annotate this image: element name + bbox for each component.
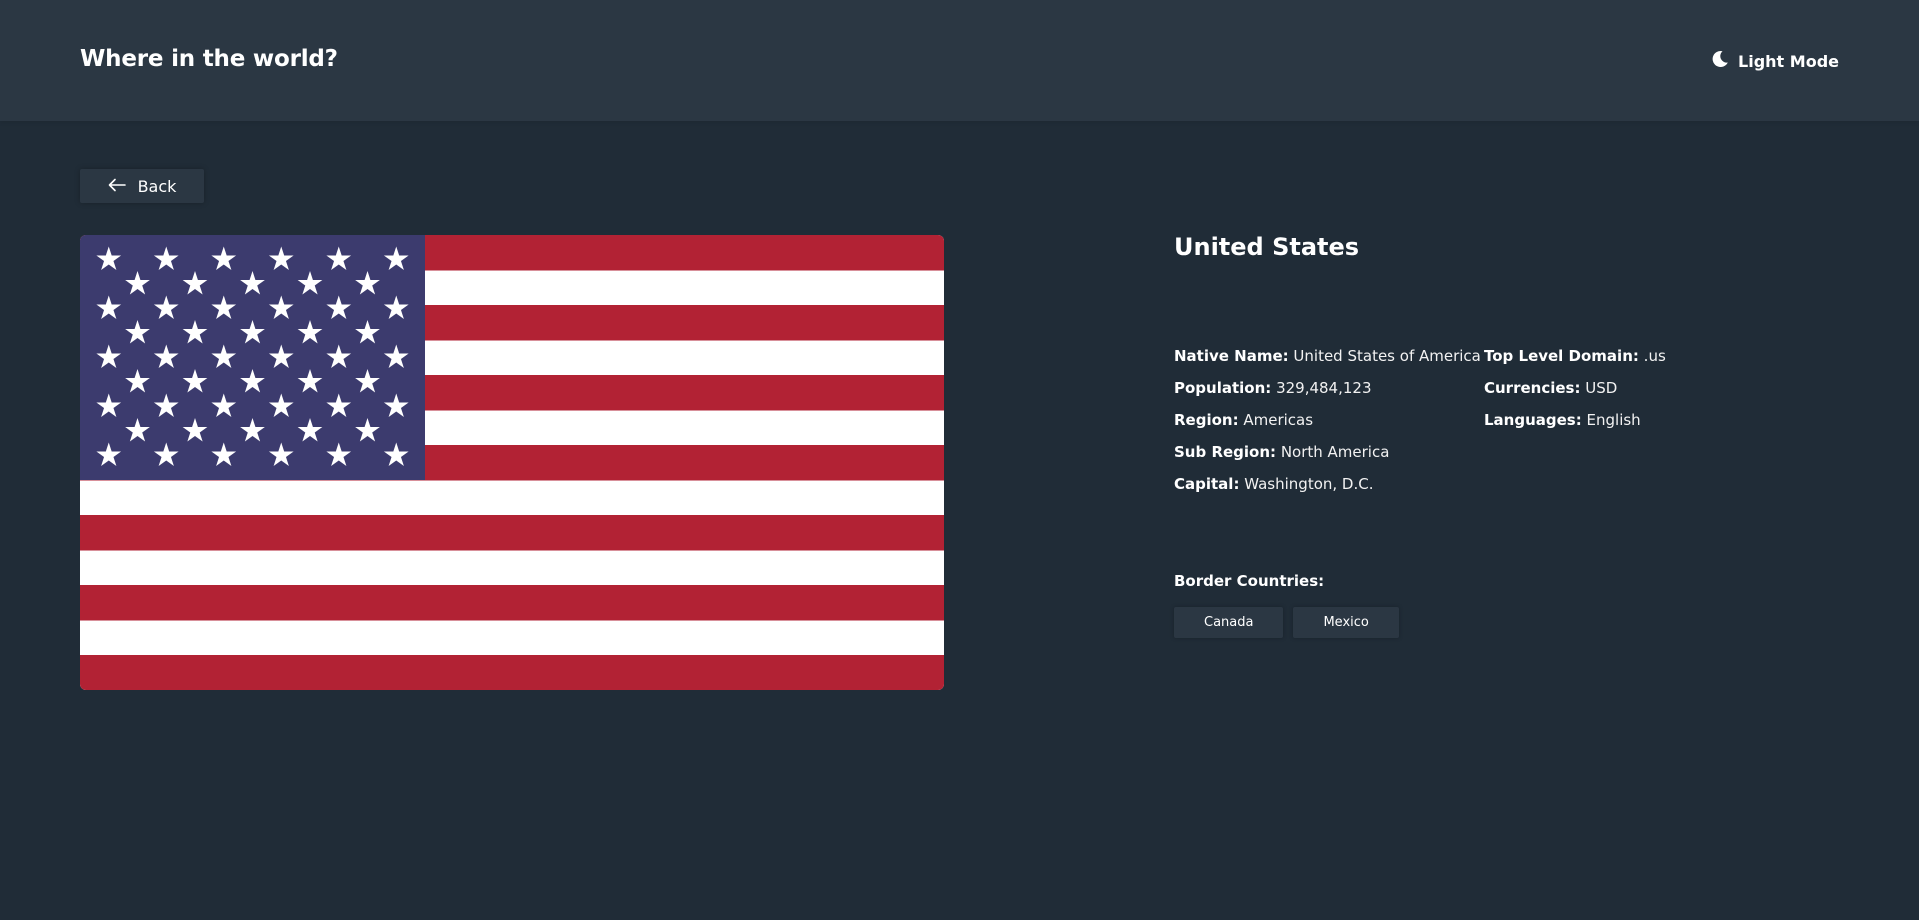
back-button[interactable]: Back xyxy=(80,169,204,203)
app-title: Where in the world? xyxy=(80,46,338,72)
info-column-right: Top Level Domain: .us Currencies: USD La… xyxy=(1484,340,1666,500)
theme-toggle-button[interactable]: Light Mode xyxy=(1710,49,1839,73)
arrow-left-icon xyxy=(108,177,126,196)
info-row-region: Region: Americas xyxy=(1174,411,1314,429)
theme-toggle-label: Light Mode xyxy=(1738,51,1839,71)
border-country-chip-canada[interactable]: Canada xyxy=(1174,607,1284,638)
info-row-native-name: Native Name: United States of America xyxy=(1174,347,1481,365)
info-row-capital: Capital: Washington, D.C. xyxy=(1174,475,1374,493)
country-info: Native Name: United States of America Po… xyxy=(1174,340,1666,500)
info-row-population: Population: 329,484,123 xyxy=(1174,379,1372,397)
flag-stripe xyxy=(80,515,944,551)
info-row-currencies: Currencies: USD xyxy=(1484,379,1618,397)
moon-icon xyxy=(1710,49,1730,73)
back-button-label: Back xyxy=(137,176,177,196)
info-row-languages: Languages: English xyxy=(1484,411,1641,429)
country-name: United States xyxy=(1174,233,1360,261)
border-country-chip-mexico[interactable]: Mexico xyxy=(1293,607,1399,638)
info-column-left: Native Name: United States of America Po… xyxy=(1174,340,1484,500)
country-flag-image xyxy=(80,235,944,690)
app-header: Where in the world? Light Mode xyxy=(0,0,1919,121)
flag-stripe xyxy=(80,655,944,690)
info-row-sub-region: Sub Region: North America xyxy=(1174,443,1390,461)
country-details: United States Native Name: United States… xyxy=(1174,230,1874,638)
flag-stripe xyxy=(80,585,944,621)
border-countries-list: Canada Mexico xyxy=(1174,607,1399,638)
border-countries-label: Border Countries: xyxy=(1174,572,1325,590)
info-row-top-level-domain: Top Level Domain: .us xyxy=(1484,347,1666,365)
border-countries: Border Countries: Canada Mexico xyxy=(1174,570,1399,638)
us-flag-icon xyxy=(80,235,944,690)
